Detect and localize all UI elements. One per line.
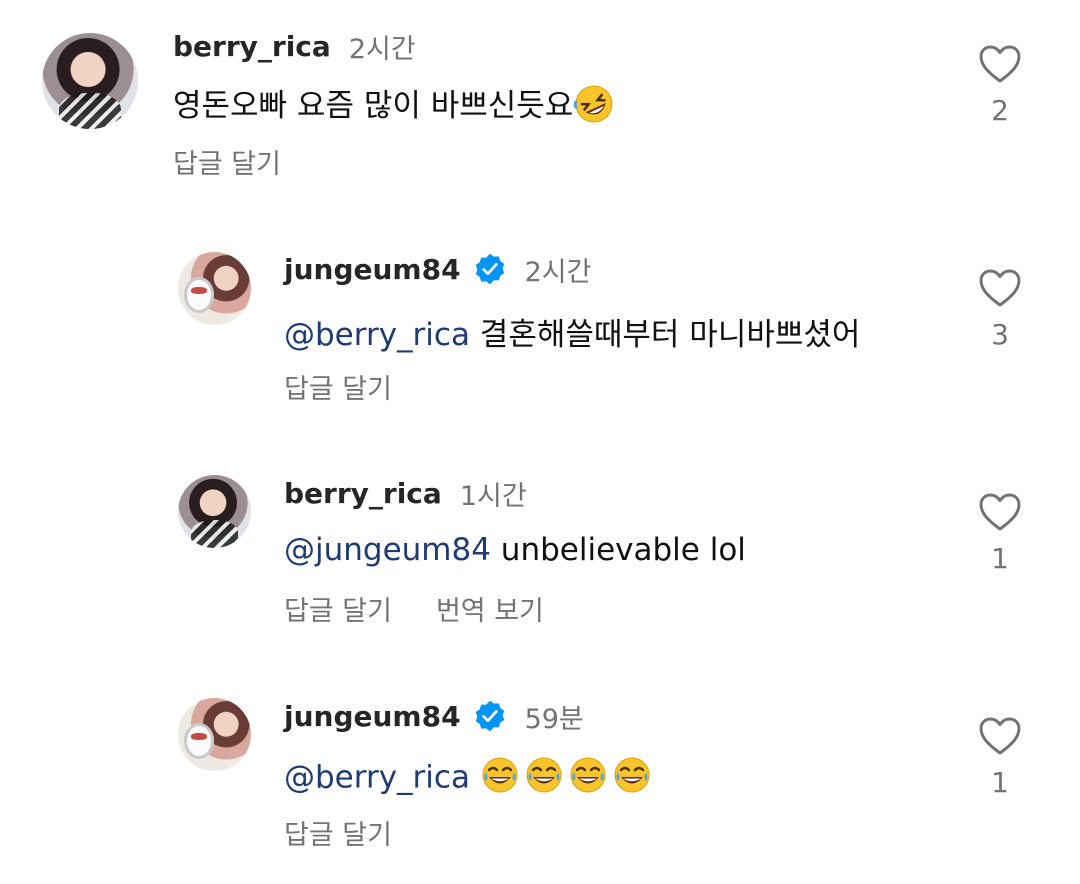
tears-of-joy-emoji-icon <box>612 755 652 803</box>
mention-link[interactable]: @berry_rica <box>284 317 470 353</box>
reply-button[interactable]: 답글 달기 <box>284 589 392 628</box>
comment-body: unbelievable lol <box>490 532 746 568</box>
avatar[interactable] <box>178 698 251 771</box>
timestamp: 59분 <box>524 703 584 735</box>
heart-icon[interactable] <box>978 268 1022 308</box>
timestamp: 2시간 <box>524 256 592 288</box>
comment-text: @berry_rica 결혼해쓸때부터 마니바쁘셨어 <box>284 309 860 354</box>
comment-text: @jungeum84 unbelievable lol <box>284 532 746 568</box>
heart-icon[interactable] <box>978 716 1022 756</box>
verified-badge-icon <box>475 700 504 732</box>
verified-badge-icon <box>475 253 504 285</box>
comment-header: jungeum84 2시간 <box>284 249 591 289</box>
see-translation-button[interactable]: 번역 보기 <box>436 589 544 628</box>
tears-of-joy-emoji-icon <box>524 755 564 803</box>
like-count: 1 <box>991 766 1009 799</box>
avatar[interactable] <box>178 475 251 548</box>
like-count: 3 <box>991 318 1009 351</box>
mention-link[interactable]: @berry_rica <box>284 760 470 796</box>
comment-actions: 답글 달기 <box>284 813 392 852</box>
comment-actions: 답글 달기 번역 보기 <box>284 589 544 628</box>
tears-of-joy-emoji-icon <box>480 755 520 803</box>
like-count: 1 <box>991 542 1009 575</box>
comment-text: @berry_rica <box>284 755 656 803</box>
like-control: 1 <box>970 716 1030 799</box>
like-control: 1 <box>970 492 1030 575</box>
reply-item: jungeum84 59분 @berry_rica 답글 달기 1 <box>0 0 1080 851</box>
tears-of-joy-emoji-icon <box>568 755 608 803</box>
heart-icon[interactable] <box>978 492 1022 532</box>
comment-header: berry_rica 1시간 <box>284 473 527 513</box>
timestamp: 1시간 <box>459 480 527 512</box>
reply-button[interactable]: 답글 달기 <box>284 813 392 852</box>
reply-button[interactable]: 답글 달기 <box>284 367 392 406</box>
mention-link[interactable]: @jungeum84 <box>284 532 491 568</box>
username[interactable]: jungeum84 <box>284 253 461 286</box>
username[interactable]: berry_rica <box>284 477 442 510</box>
comment-header: jungeum84 59분 <box>284 696 584 736</box>
avatar[interactable] <box>178 252 251 325</box>
emoji-row <box>480 757 656 796</box>
comment-body <box>470 760 480 796</box>
comment-body: 결혼해쓸때부터 마니바쁘셨어 <box>469 317 861 353</box>
username[interactable]: jungeum84 <box>284 700 461 733</box>
comment-actions: 답글 달기 <box>284 367 392 406</box>
like-control: 3 <box>970 268 1030 351</box>
